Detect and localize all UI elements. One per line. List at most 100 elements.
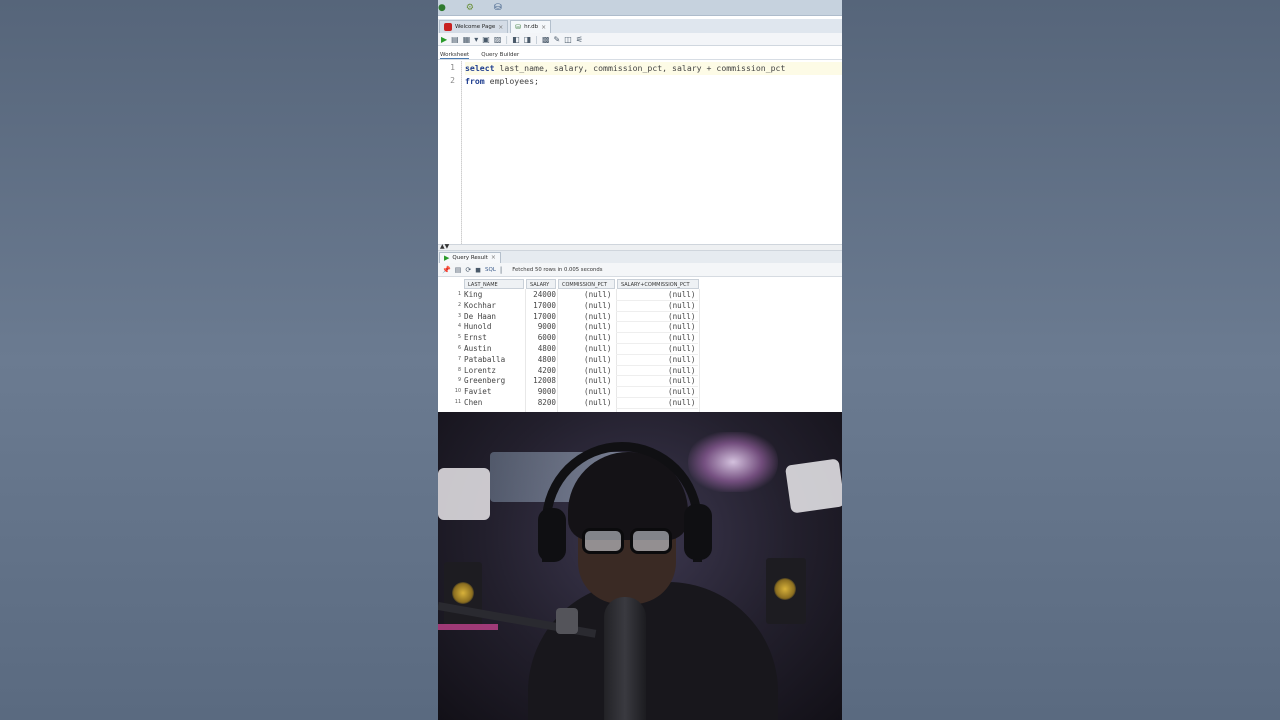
cell-commission-pct: (null) [584,322,612,332]
cell-salary: 24000 [533,290,556,299]
cell-last-name: Lorentz [464,365,497,375]
row-number: 2 [457,302,461,308]
refresh-icon[interactable]: ⟳ [465,266,471,274]
format-icon[interactable]: ⚟ [576,33,583,46]
led-strip [438,624,498,630]
autotrace-icon[interactable]: ▨ [494,33,502,46]
tab-query-result[interactable]: ▶ Query Result × [439,252,501,263]
code-text: last_name, salary, commission_pct, salar… [494,63,786,73]
cell-last-name: Chen [464,398,483,407]
table-row[interactable]: 2 Kochhar 17000 (null) (null) [438,301,842,312]
table-row[interactable]: 11 Chen 8200 (null) (null) [438,398,842,409]
code-line-2[interactable]: from employees; [465,75,842,88]
row-separator [616,407,698,409]
code-line-1[interactable]: select last_name, salary, commission_pct… [465,62,842,75]
run-script-icon[interactable]: ▤ [451,33,459,46]
pin-icon[interactable]: 📌 [442,266,451,274]
cell-salary: 8200 [537,398,556,407]
row-number: 4 [457,324,461,330]
tab-worksheet[interactable]: Worksheet [440,50,470,59]
glasses-lens [630,528,672,554]
cell-last-name: Greenberg [464,376,506,386]
glasses-lens [582,528,624,554]
fold-guide [461,61,462,244]
table-row[interactable]: 9 Greenberg 12008 (null) (null) [438,376,842,388]
close-icon[interactable]: × [491,253,496,263]
row-number: 7 [457,356,461,362]
table-row[interactable]: 6 Austin 4800 (null) (null) [438,344,842,355]
table-row[interactable]: 5 Ernst 6000 (null) (null) [438,333,842,344]
tab-welcome-page[interactable]: Welcome Page × [439,20,509,33]
column-header[interactable]: SALARY+COMMISSION_PCT [617,279,699,289]
history-icon[interactable]: ◫ [564,33,572,46]
table-row[interactable]: 8 Lorentz 4200 (null) (null) [438,366,842,377]
table-row[interactable]: 7 Pataballa 4800 (null) (null) [438,355,842,366]
sql-tuning-icon[interactable]: ▩ [542,33,550,46]
sql-button[interactable]: SQL [485,267,496,273]
cell-last-name: Hunold [464,322,492,332]
table-row[interactable]: 3 De Haan 17000 (null) (null) [438,312,842,323]
line-number: 1 [450,63,455,72]
table-row[interactable]: 4 Hunold 9000 (null) (null) [438,322,842,334]
webcam-video [438,412,842,720]
column-header[interactable]: SALARY [526,279,556,289]
cell-commission-pct: (null) [584,387,612,397]
run-icon[interactable]: ⚙ [466,0,474,16]
tab-query-builder[interactable]: Query Builder [481,50,519,59]
sql-editor[interactable]: 1 2 select last_name, salary, commission… [438,61,842,244]
result-grid[interactable]: LAST_NAME SALARY COMMISSION_PCT SALARY+C… [438,278,842,412]
panel-splitter[interactable]: ▲▼ [438,243,842,251]
table-row[interactable]: 10 Faviet 9000 (null) (null) [438,387,842,398]
studio-light [438,468,490,520]
cell-commission-pct: (null) [584,398,612,407]
cell-last-name: Pataballa [464,354,506,364]
cell-commission-pct: (null) [584,311,612,321]
speaker [766,558,806,624]
fetch-status: Fetched 50 rows in 0.005 seconds [512,266,603,273]
explain-plan-icon[interactable]: ▣ [482,33,490,46]
collapse-arrows-icon[interactable]: ▲▼ [440,243,449,250]
screen-panel: ● ⚙ ⛁ Welcome Page × ⛁ hr.db × ▶ ▤ ▦ ▾ ▣… [438,0,842,720]
row-number: 8 [457,367,461,373]
cell-commission-pct: (null) [584,376,612,386]
connect-icon[interactable]: ● [438,0,446,16]
person-torso [528,582,778,720]
run-icon: ▶ [444,254,450,262]
microphone [604,597,646,720]
column-header[interactable]: LAST_NAME [464,279,524,289]
dropdown-arrow-icon[interactable]: ▾ [474,33,478,46]
cell-salary: 4200 [537,365,556,375]
cell-commission-pct: (null) [584,365,612,375]
neon-sign [688,432,778,492]
clear-icon[interactable]: ◨ [524,33,532,46]
main-toolbar: ● ⚙ ⛁ [438,0,842,16]
row-number: 1 [457,292,461,297]
line-number-gutter: 1 2 [438,61,462,244]
cell-last-name: De Haan [464,311,497,321]
sql-keyword: from [465,76,485,86]
cell-last-name: King [464,290,483,299]
cell-salary: 12008 [533,376,556,386]
stop-icon[interactable]: ◼ [475,266,481,274]
cell-commission-pct: (null) [584,300,612,310]
result-toolbar: 📌 ▤ ⟳ ◼ SQL | Fetched 50 rows in 0.005 s… [438,263,842,277]
run-statement-icon[interactable]: ▶ [441,33,447,46]
row-number: 11 [454,400,461,405]
commit-icon[interactable]: ▦ [463,33,471,46]
database-icon[interactable]: ⛁ [494,0,502,16]
column-header[interactable]: COMMISSION_PCT [558,279,615,289]
tab-hr-db[interactable]: ⛁ hr.db × [510,20,552,33]
pencil-icon[interactable]: ✎ [554,33,561,46]
cell-commission-pct: (null) [584,333,612,343]
rollback-icon[interactable]: ◧ [512,33,520,46]
result-tabs: ▶ Query Result × [438,251,842,263]
grid-header: LAST_NAME SALARY COMMISSION_PCT SALARY+C… [438,278,842,289]
cell-commission-pct: (null) [584,290,612,299]
cell-last-name: Austin [464,344,492,353]
row-number: 5 [457,335,461,341]
cell-last-name: Faviet [464,387,492,397]
table-row[interactable]: 1 King 24000 (null) (null) [438,290,842,301]
print-icon[interactable]: ▤ [455,266,462,274]
row-number: 10 [454,389,461,395]
headphone-earcup [684,504,712,560]
